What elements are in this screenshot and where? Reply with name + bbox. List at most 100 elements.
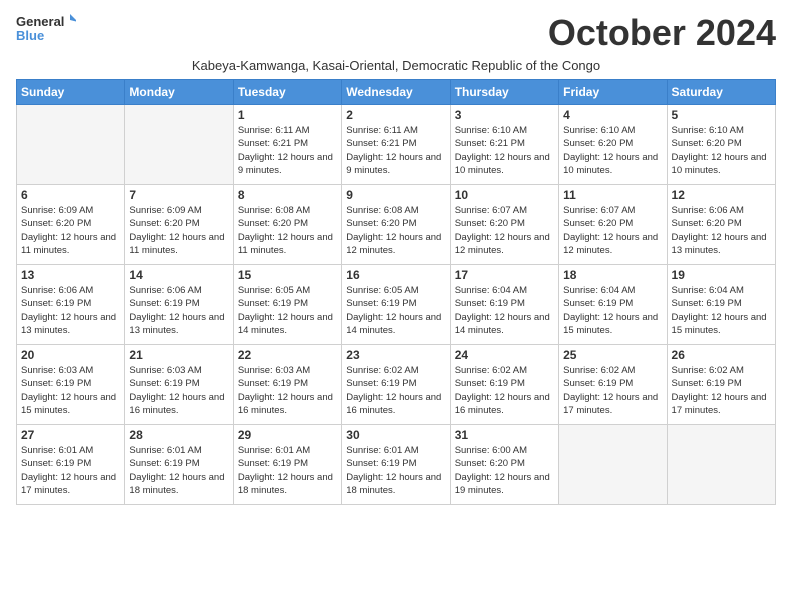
- day-info: Sunrise: 6:05 AM Sunset: 6:19 PM Dayligh…: [346, 284, 445, 337]
- calendar-cell: 9 Sunrise: 6:08 AM Sunset: 6:20 PM Daylig…: [342, 185, 450, 265]
- calendar-cell: 1 Sunrise: 6:11 AM Sunset: 6:21 PM Daylig…: [233, 105, 341, 185]
- calendar-cell: [559, 425, 667, 505]
- calendar-cell: [17, 105, 125, 185]
- day-info: Sunrise: 6:01 AM Sunset: 6:19 PM Dayligh…: [129, 444, 228, 497]
- day-header-thursday: Thursday: [450, 80, 558, 105]
- calendar-cell: 4Sunrise: 6:10 AM Sunset: 6:20 PM Daylig…: [559, 105, 667, 185]
- day-info: Sunrise: 6:07 AM Sunset: 6:20 PM Dayligh…: [563, 204, 662, 257]
- day-number: 28: [129, 428, 228, 442]
- logo-icon: General Blue: [16, 12, 76, 46]
- calendar-subtitle: Kabeya-Kamwanga, Kasai-Oriental, Democra…: [16, 58, 776, 73]
- day-info: Sunrise: 6:09 AM Sunset: 6:20 PM Dayligh…: [129, 204, 228, 257]
- calendar-cell: 29Sunrise: 6:01 AM Sunset: 6:19 PM Dayli…: [233, 425, 341, 505]
- calendar-cell: 13Sunrise: 6:06 AM Sunset: 6:19 PM Dayli…: [17, 265, 125, 345]
- svg-text:Blue: Blue: [16, 28, 44, 43]
- calendar-cell: 3 Sunrise: 6:10 AM Sunset: 6:21 PM Daylig…: [450, 105, 558, 185]
- day-info: Sunrise: 6:11 AM Sunset: 6:21 PM Dayligh…: [238, 124, 337, 177]
- calendar-cell: 6Sunrise: 6:09 AM Sunset: 6:20 PM Daylig…: [17, 185, 125, 265]
- day-info: Sunrise: 6:11 AM Sunset: 6:21 PM Dayligh…: [346, 124, 445, 177]
- calendar-cell: 5Sunrise: 6:10 AM Sunset: 6:20 PM Daylig…: [667, 105, 775, 185]
- calendar-cell: [667, 425, 775, 505]
- day-info: Sunrise: 6:01 AM Sunset: 6:19 PM Dayligh…: [346, 444, 445, 497]
- day-header-friday: Friday: [559, 80, 667, 105]
- calendar-cell: 25 Sunrise: 6:02 AM Sunset: 6:19 PM Dayli…: [559, 345, 667, 425]
- month-title: October 2024: [548, 12, 776, 54]
- day-header-sunday: Sunday: [17, 80, 125, 105]
- day-info: Sunrise: 6:06 AM Sunset: 6:20 PM Dayligh…: [672, 204, 771, 257]
- day-number: 12: [672, 188, 771, 202]
- day-info: Sunrise: 6:05 AM Sunset: 6:19 PM Dayligh…: [238, 284, 337, 337]
- day-number: 1: [238, 108, 337, 122]
- calendar-cell: 30Sunrise: 6:01 AM Sunset: 6:19 PM Dayli…: [342, 425, 450, 505]
- calendar-table: SundayMondayTuesdayWednesdayThursdayFrid…: [16, 79, 776, 505]
- calendar-cell: [125, 105, 233, 185]
- day-number: 25: [563, 348, 662, 362]
- day-info: Sunrise: 6:08 AM Sunset: 6:20 PM Dayligh…: [238, 204, 337, 257]
- calendar-week-3: 13 Sunrise: 6:06 AM Sunset: 6:19 PM Dayli…: [17, 265, 776, 345]
- calendar-cell: 7 Sunrise: 6:09 AM Sunset: 6:20 PM Daylig…: [125, 185, 233, 265]
- calendar-cell: 28 Sunrise: 6:01 AM Sunset: 6:19 PM Dayli…: [125, 425, 233, 505]
- calendar-cell: 24Sunrise: 6:02 AM Sunset: 6:19 PM Dayli…: [450, 345, 558, 425]
- day-info: Sunrise: 6:10 AM Sunset: 6:21 PM Dayligh…: [455, 124, 554, 177]
- calendar-week-1: 1 Sunrise: 6:11 AM Sunset: 6:21 PM Daylig…: [17, 105, 776, 185]
- day-number: 19: [672, 268, 771, 282]
- day-info: Sunrise: 6:07 AM Sunset: 6:20 PM Dayligh…: [455, 204, 554, 257]
- day-number: 5: [672, 108, 771, 122]
- day-number: 24: [455, 348, 554, 362]
- calendar-week-5: 27 Sunrise: 6:01 AM Sunset: 6:19 PM Dayli…: [17, 425, 776, 505]
- day-info: Sunrise: 6:03 AM Sunset: 6:19 PM Dayligh…: [238, 364, 337, 417]
- day-number: 10: [455, 188, 554, 202]
- day-number: 27: [21, 428, 120, 442]
- day-number: 7: [129, 188, 228, 202]
- day-number: 23: [346, 348, 445, 362]
- calendar-week-4: 20Sunrise: 6:03 AM Sunset: 6:19 PM Dayli…: [17, 345, 776, 425]
- day-header-wednesday: Wednesday: [342, 80, 450, 105]
- day-info: Sunrise: 6:02 AM Sunset: 6:19 PM Dayligh…: [563, 364, 662, 417]
- day-info: Sunrise: 6:04 AM Sunset: 6:19 PM Dayligh…: [455, 284, 554, 337]
- day-header-monday: Monday: [125, 80, 233, 105]
- calendar-cell: 27Sunrise: 6:01 AM Sunset: 6:19 PM Dayli…: [17, 425, 125, 505]
- calendar-cell: 21Sunrise: 6:03 AM Sunset: 6:19 PM Dayli…: [125, 345, 233, 425]
- day-number: 13: [21, 268, 120, 282]
- day-info: Sunrise: 6:03 AM Sunset: 6:19 PM Dayligh…: [21, 364, 120, 417]
- day-number: 9: [346, 188, 445, 202]
- day-number: 26: [672, 348, 771, 362]
- day-info: Sunrise: 6:00 AM Sunset: 6:20 PM Dayligh…: [455, 444, 554, 497]
- day-number: 17: [455, 268, 554, 282]
- day-header-saturday: Saturday: [667, 80, 775, 105]
- day-number: 15: [238, 268, 337, 282]
- day-info: Sunrise: 6:02 AM Sunset: 6:19 PM Dayligh…: [346, 364, 445, 417]
- day-info: Sunrise: 6:04 AM Sunset: 6:19 PM Dayligh…: [563, 284, 662, 337]
- day-number: 22: [238, 348, 337, 362]
- day-info: Sunrise: 6:03 AM Sunset: 6:19 PM Dayligh…: [129, 364, 228, 417]
- day-number: 2: [346, 108, 445, 122]
- day-info: Sunrise: 6:04 AM Sunset: 6:19 PM Dayligh…: [672, 284, 771, 337]
- calendar-week-2: 6Sunrise: 6:09 AM Sunset: 6:20 PM Daylig…: [17, 185, 776, 265]
- calendar-cell: 26 Sunrise: 6:02 AM Sunset: 6:19 PM Dayli…: [667, 345, 775, 425]
- calendar-cell: 22 Sunrise: 6:03 AM Sunset: 6:19 PM Dayli…: [233, 345, 341, 425]
- page: General Blue October 2024 Kabeya-Kamwang…: [0, 0, 792, 513]
- calendar-cell: 10 Sunrise: 6:07 AM Sunset: 6:20 PM Dayli…: [450, 185, 558, 265]
- day-number: 3: [455, 108, 554, 122]
- calendar-cell: 11 Sunrise: 6:07 AM Sunset: 6:20 PM Dayli…: [559, 185, 667, 265]
- calendar-cell: 14 Sunrise: 6:06 AM Sunset: 6:19 PM Dayli…: [125, 265, 233, 345]
- calendar-cell: 12 Sunrise: 6:06 AM Sunset: 6:20 PM Dayli…: [667, 185, 775, 265]
- calendar-cell: 8 Sunrise: 6:08 AM Sunset: 6:20 PM Daylig…: [233, 185, 341, 265]
- logo: General Blue: [16, 12, 76, 46]
- day-number: 4: [563, 108, 662, 122]
- day-info: Sunrise: 6:06 AM Sunset: 6:19 PM Dayligh…: [129, 284, 228, 337]
- calendar-cell: 16 Sunrise: 6:05 AM Sunset: 6:19 PM Dayli…: [342, 265, 450, 345]
- day-info: Sunrise: 6:09 AM Sunset: 6:20 PM Dayligh…: [21, 204, 120, 257]
- calendar-cell: 20Sunrise: 6:03 AM Sunset: 6:19 PM Dayli…: [17, 345, 125, 425]
- day-number: 11: [563, 188, 662, 202]
- calendar-header: SundayMondayTuesdayWednesdayThursdayFrid…: [17, 80, 776, 105]
- day-number: 16: [346, 268, 445, 282]
- day-number: 14: [129, 268, 228, 282]
- day-number: 31: [455, 428, 554, 442]
- day-header-tuesday: Tuesday: [233, 80, 341, 105]
- day-info: Sunrise: 6:01 AM Sunset: 6:19 PM Dayligh…: [238, 444, 337, 497]
- day-number: 8: [238, 188, 337, 202]
- calendar-cell: 18Sunrise: 6:04 AM Sunset: 6:19 PM Dayli…: [559, 265, 667, 345]
- day-info: Sunrise: 6:08 AM Sunset: 6:20 PM Dayligh…: [346, 204, 445, 257]
- day-info: Sunrise: 6:02 AM Sunset: 6:19 PM Dayligh…: [672, 364, 771, 417]
